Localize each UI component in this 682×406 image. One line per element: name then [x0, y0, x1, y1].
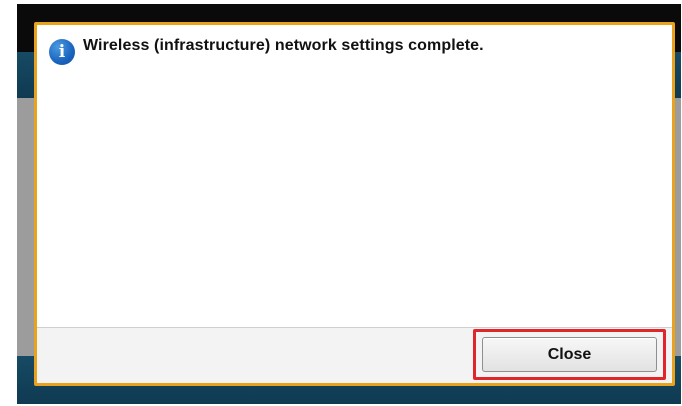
close-button-highlight: Close	[473, 329, 666, 380]
message-dialog: i Wireless (infrastructure) network sett…	[34, 22, 675, 386]
close-button[interactable]: Close	[482, 337, 657, 372]
message-text: Wireless (infrastructure) network settin…	[83, 37, 484, 54]
dialog-footer: Close	[37, 327, 672, 383]
dialog-message: i Wireless (infrastructure) network sett…	[49, 35, 662, 65]
info-icon: i	[49, 39, 75, 65]
